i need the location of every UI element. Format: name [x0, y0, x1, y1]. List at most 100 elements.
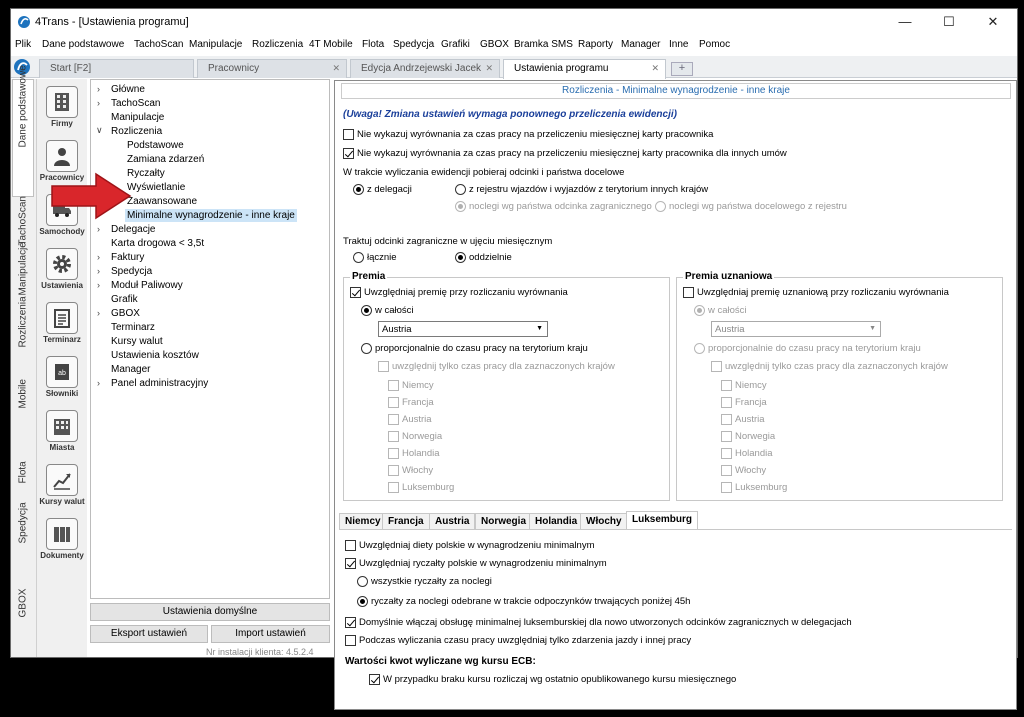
- maximize-button[interactable]: ☐: [927, 9, 971, 35]
- country-checkbox[interactable]: [388, 380, 399, 391]
- country-checkbox[interactable]: [388, 465, 399, 476]
- chevron-right-icon[interactable]: ›: [97, 280, 100, 290]
- menu-flota[interactable]: Flota: [362, 39, 384, 50]
- country-checkbox[interactable]: [721, 397, 732, 408]
- country-checkbox[interactable]: [388, 431, 399, 442]
- vtab-rozliczenia[interactable]: Rozliczenia: [18, 296, 29, 347]
- close-button[interactable]: ✕: [971, 9, 1015, 35]
- close-icon[interactable]: ✕: [485, 63, 493, 74]
- firmy-button[interactable]: Firmy: [39, 85, 85, 135]
- country-checkbox[interactable]: [388, 397, 399, 408]
- close-icon[interactable]: ✕: [332, 63, 340, 74]
- polish-allowances-checkbox[interactable]: [345, 540, 356, 551]
- menu-manager[interactable]: Manager: [621, 39, 660, 50]
- slowniki-button[interactable]: ab Słowniki: [39, 355, 85, 405]
- menu-bramka-sms[interactable]: Bramka SMS: [514, 39, 573, 50]
- tab-norwegia[interactable]: Norwegia: [475, 513, 533, 530]
- tab-pracownicy[interactable]: Pracownicy ✕: [197, 59, 347, 78]
- minimize-button[interactable]: —: [883, 9, 927, 35]
- menu-plik[interactable]: Plik: [15, 39, 31, 50]
- tree-item-grafik[interactable]: Grafik: [111, 294, 138, 305]
- country-checkbox[interactable]: [388, 482, 399, 493]
- tree-item-minimalne-wynagrodzenie[interactable]: Minimalne wynagrodzenie - inne kraje: [125, 209, 297, 222]
- tab-luksemburg[interactable]: Luksemburg: [626, 511, 699, 530]
- tree-item-zaawansowane[interactable]: Zaawansowane: [127, 196, 197, 207]
- chevron-right-icon[interactable]: ›: [97, 98, 100, 108]
- vtab-dane-podstawowe[interactable]: Dane podstawowe: [18, 65, 29, 147]
- bonus-proportional-radio[interactable]: [361, 343, 372, 354]
- all-lodging-radio[interactable]: [357, 576, 368, 587]
- monthly-separate-radio[interactable]: [455, 252, 466, 263]
- from-delegation-radio[interactable]: [353, 184, 364, 195]
- menu-gbox[interactable]: GBOX: [480, 39, 509, 50]
- vtab-flota[interactable]: Flota: [18, 461, 29, 483]
- menu-rozliczenia[interactable]: Rozliczenia: [252, 39, 303, 50]
- menu-spedycja[interactable]: Spedycja: [393, 39, 434, 50]
- tab-niemcy[interactable]: Niemcy: [339, 513, 387, 530]
- tree-item-faktury[interactable]: Faktury: [111, 252, 144, 263]
- no-equalization-other-contracts-checkbox[interactable]: [343, 148, 354, 159]
- tab-francja[interactable]: Francja: [382, 513, 430, 530]
- tree-item-karta-drogowa[interactable]: Karta drogowa < 3,5t: [111, 238, 204, 249]
- lodging-segment-radio[interactable]: [455, 201, 466, 212]
- tree-item-podstawowe[interactable]: Podstawowe: [127, 140, 184, 151]
- tree-item-manipulacje[interactable]: Manipulacje: [111, 112, 164, 123]
- country-checkbox[interactable]: [721, 448, 732, 459]
- polish-lump-sums-checkbox[interactable]: [345, 558, 356, 569]
- default-lux-minimum-checkbox[interactable]: [345, 617, 356, 628]
- ecb-fallback-checkbox[interactable]: [369, 674, 380, 685]
- import-button[interactable]: Import ustawień: [211, 625, 330, 643]
- vtab-gbox[interactable]: GBOX: [18, 589, 29, 618]
- menu-raporty[interactable]: Raporty: [578, 39, 613, 50]
- ustawienia-button[interactable]: Ustawienia: [39, 247, 85, 297]
- tree-item-glowne[interactable]: Główne: [111, 84, 145, 95]
- defaults-button[interactable]: Ustawienia domyślne: [90, 603, 330, 621]
- tree-item-manager[interactable]: Manager: [111, 364, 150, 375]
- tree-item-terminarz[interactable]: Terminarz: [111, 322, 155, 333]
- chevron-right-icon[interactable]: ›: [97, 378, 100, 388]
- chevron-down-icon[interactable]: ∨: [96, 125, 103, 136]
- monthly-combined-radio[interactable]: [353, 252, 364, 263]
- country-checkbox[interactable]: [721, 482, 732, 493]
- chevron-right-icon[interactable]: ›: [97, 266, 100, 276]
- lodging-destination-radio[interactable]: [655, 201, 666, 212]
- only-selected-countries-checkbox[interactable]: [711, 361, 722, 372]
- menu-tachoscan[interactable]: TachoScan: [134, 39, 183, 50]
- dokumenty-button[interactable]: Dokumenty: [39, 517, 85, 567]
- tree-item-panel-administracyjny[interactable]: Panel administracyjny: [111, 378, 208, 389]
- no-equalization-checkbox[interactable]: [343, 129, 354, 140]
- driving-events-only-checkbox[interactable]: [345, 635, 356, 646]
- discretionary-full-radio[interactable]: [694, 305, 705, 316]
- chevron-right-icon[interactable]: ›: [97, 308, 100, 318]
- tree-item-rozliczenia[interactable]: Rozliczenia: [111, 126, 162, 137]
- new-tab-button[interactable]: +: [671, 62, 693, 76]
- tree-item-wyswietlanie[interactable]: Wyświetlanie: [127, 182, 185, 193]
- bonus-full-radio[interactable]: [361, 305, 372, 316]
- country-checkbox[interactable]: [388, 448, 399, 459]
- from-register-radio[interactable]: [455, 184, 466, 195]
- menu-dane-podstawowe[interactable]: Dane podstawowe: [42, 39, 124, 50]
- lodging-under-45h-radio[interactable]: [357, 596, 368, 607]
- tree-item-tachoscan[interactable]: TachoScan: [111, 98, 160, 109]
- tree-item-gbox[interactable]: GBOX: [111, 308, 140, 319]
- country-checkbox[interactable]: [388, 414, 399, 425]
- tree-item-modul-paliwowy[interactable]: Moduł Paliwowy: [111, 280, 183, 291]
- close-icon[interactable]: ✕: [651, 63, 659, 74]
- country-checkbox[interactable]: [721, 414, 732, 425]
- menu-pomoc[interactable]: Pomoc: [699, 39, 730, 50]
- discretionary-proportional-radio[interactable]: [694, 343, 705, 354]
- discretionary-bonus-include-checkbox[interactable]: [683, 287, 694, 298]
- vtab-manipulacje[interactable]: Manipulacje: [18, 242, 29, 295]
- tab-holandia[interactable]: Holandia: [529, 513, 584, 530]
- country-checkbox[interactable]: [721, 380, 732, 391]
- vtab-spedycja[interactable]: Spedycja: [18, 502, 29, 543]
- chevron-right-icon[interactable]: ›: [97, 224, 100, 234]
- bonus-country-select[interactable]: Austria ▼: [378, 321, 548, 337]
- export-button[interactable]: Eksport ustawień: [90, 625, 208, 643]
- chevron-right-icon[interactable]: ›: [97, 84, 100, 94]
- tab-start[interactable]: Start [F2]: [39, 59, 194, 78]
- menu-manipulacje[interactable]: Manipulacje: [189, 39, 242, 50]
- tree-item-zamiana-zdarzen[interactable]: Zamiana zdarzeń: [127, 154, 204, 165]
- menu-inne[interactable]: Inne: [669, 39, 688, 50]
- tree-item-kursy-walut[interactable]: Kursy walut: [111, 336, 163, 347]
